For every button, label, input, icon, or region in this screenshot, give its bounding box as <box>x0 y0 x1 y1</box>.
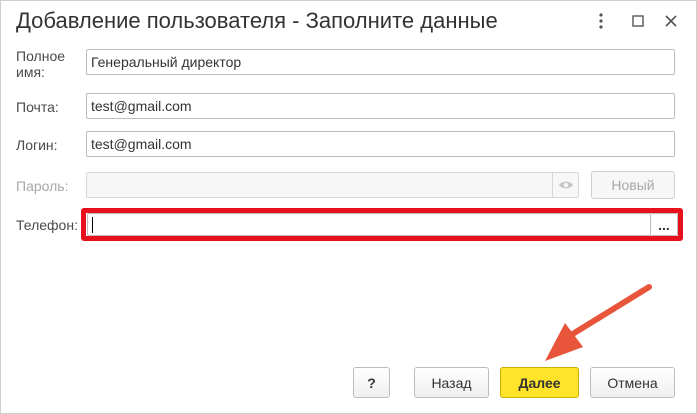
password-label: Пароль: <box>16 178 69 194</box>
full-name-label: Полное имя: <box>16 48 66 80</box>
dialog-title: Добавление пользователя - Заполните данн… <box>16 8 498 33</box>
password-field[interactable] <box>86 172 579 198</box>
maximize-icon[interactable] <box>626 9 650 33</box>
more-vertical-icon[interactable] <box>589 9 613 33</box>
close-icon[interactable] <box>659 9 683 33</box>
next-button[interactable]: Далее <box>500 367 579 398</box>
login-field[interactable]: test@gmail.com <box>86 131 675 157</box>
email-field[interactable]: test@gmail.com <box>86 93 675 119</box>
full-name-field[interactable]: Генеральный директор <box>86 49 675 75</box>
login-label: Логин: <box>16 137 58 153</box>
back-button[interactable]: Назад <box>414 367 489 398</box>
cancel-button[interactable]: Отмена <box>590 367 675 398</box>
eye-icon[interactable] <box>552 173 579 197</box>
phone-label: Телефон: <box>16 217 78 233</box>
email-label: Почта: <box>16 99 59 115</box>
pointer-arrow-icon <box>545 284 652 361</box>
help-button[interactable]: ? <box>353 367 390 398</box>
add-user-dialog: Добавление пользователя - Заполните данн… <box>0 0 697 414</box>
phone-highlight-frame <box>81 208 683 241</box>
new-password-button[interactable]: Новый <box>591 171 675 199</box>
